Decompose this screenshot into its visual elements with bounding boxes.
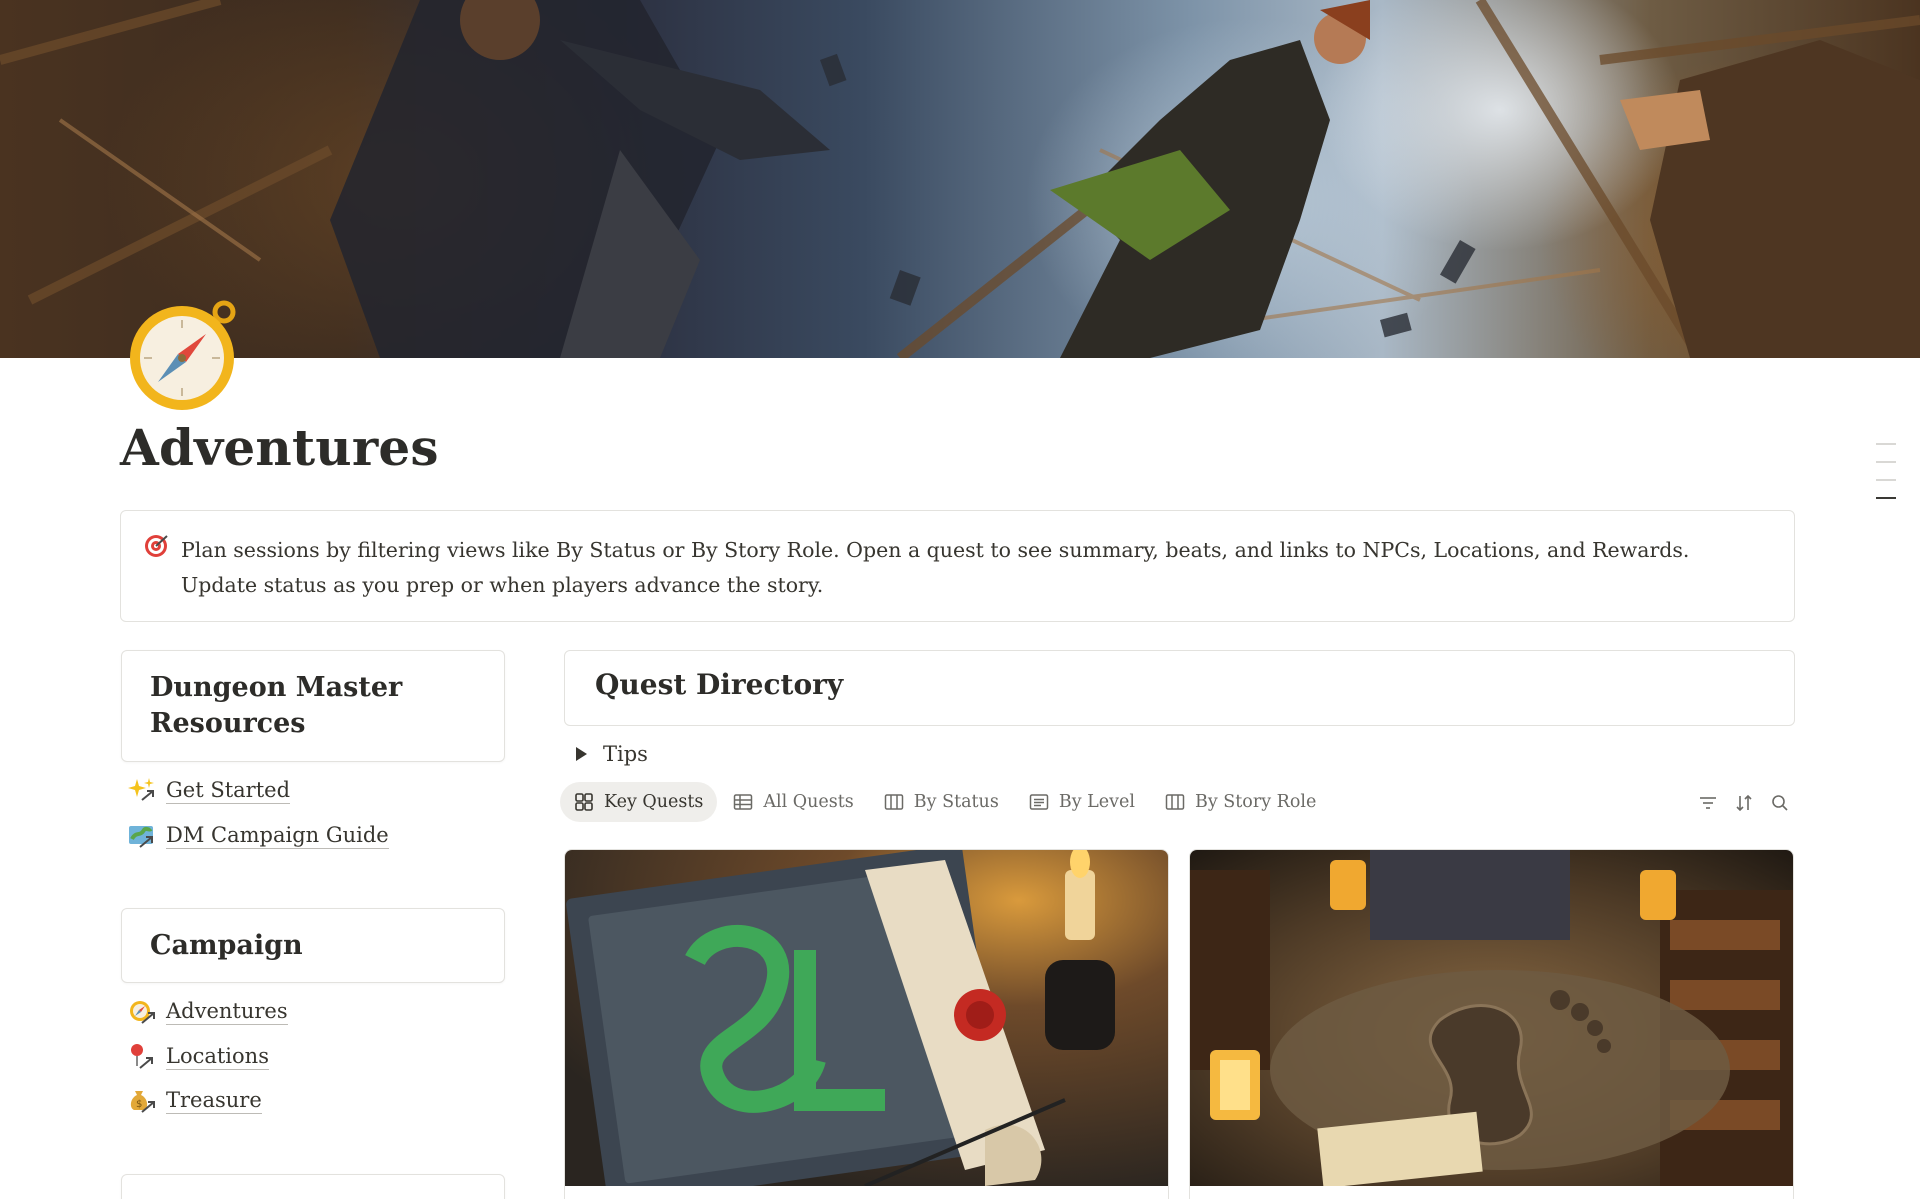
link-label: Treasure	[166, 1087, 262, 1114]
link-get-started[interactable]: Get Started	[128, 774, 291, 806]
view-tools	[1690, 790, 1798, 816]
toc-mark[interactable]	[1876, 461, 1896, 463]
cover-image	[0, 0, 1920, 358]
tab-label: Key Quests	[604, 792, 704, 812]
quest-card[interactable]	[564, 849, 1169, 1199]
section-header-dm-resources: Dungeon Master Resources	[121, 650, 505, 762]
tips-label: Tips	[603, 742, 648, 766]
tips-toggle[interactable]: Tips	[574, 739, 648, 769]
link-label: DM Campaign Guide	[166, 822, 389, 849]
tab-label: By Status	[913, 792, 999, 812]
triangle-right-icon	[576, 747, 587, 761]
section-header-campaign: Campaign	[121, 908, 505, 983]
sort-icon[interactable]	[1726, 790, 1762, 816]
compass-icon	[128, 997, 156, 1025]
table-icon	[734, 794, 753, 810]
section-title: Campaign	[150, 930, 303, 961]
link-label: Get Started	[166, 777, 291, 804]
section-title: Dungeon Master Resources	[150, 672, 403, 739]
tab-label: All Quests	[763, 792, 854, 812]
quest-directory-title: Quest Directory	[595, 668, 844, 701]
callout-text: Plan sessions by filtering views like By…	[181, 538, 1690, 597]
compass-icon[interactable]	[126, 298, 242, 414]
toc-mark[interactable]	[1876, 443, 1896, 445]
link-label: Locations	[166, 1043, 269, 1070]
svg-text:$: $	[136, 1099, 142, 1110]
link-label: Adventures	[166, 998, 288, 1025]
view-tabs: Key Quests All Quests By Status By Level	[560, 782, 1332, 822]
tab-by-story-role[interactable]: By Story Role	[1151, 782, 1330, 822]
board-icon	[1165, 794, 1185, 810]
quest-card[interactable]	[1189, 849, 1794, 1199]
target-icon	[143, 533, 169, 559]
tab-label: By Story Role	[1194, 792, 1317, 812]
tab-by-status[interactable]: By Status	[870, 782, 1013, 822]
link-locations[interactable]: Locations	[128, 1040, 269, 1072]
link-adventures[interactable]: Adventures	[128, 995, 288, 1027]
pin-icon	[128, 1042, 156, 1070]
sealed-letter-illustration	[565, 850, 1168, 1186]
footprint-archive-illustration	[1190, 850, 1793, 1186]
money-bag-icon: $	[128, 1086, 156, 1114]
list-icon	[1029, 794, 1049, 810]
callout: Plan sessions by filtering views like By…	[120, 510, 1795, 622]
gallery-icon	[575, 793, 593, 811]
toc-mark[interactable]	[1876, 479, 1896, 481]
sparkles-icon	[128, 776, 156, 804]
tab-all-quests[interactable]: All Quests	[719, 782, 867, 822]
link-treasure[interactable]: $ Treasure	[128, 1084, 262, 1116]
toc-mark-active[interactable]	[1876, 497, 1896, 499]
page-title: Adventures	[120, 418, 439, 477]
filter-icon[interactable]	[1690, 790, 1726, 816]
quest-directory-header: Quest Directory	[564, 650, 1795, 726]
search-icon[interactable]	[1762, 790, 1798, 816]
tab-key-quests[interactable]: Key Quests	[560, 782, 718, 822]
link-dm-campaign-guide[interactable]: DM Campaign Guide	[128, 819, 389, 851]
tab-label: By Level	[1058, 792, 1135, 812]
tab-by-level[interactable]: By Level	[1015, 782, 1149, 822]
map-icon	[128, 821, 156, 849]
section-header-next	[121, 1174, 505, 1199]
board-icon	[884, 794, 904, 810]
